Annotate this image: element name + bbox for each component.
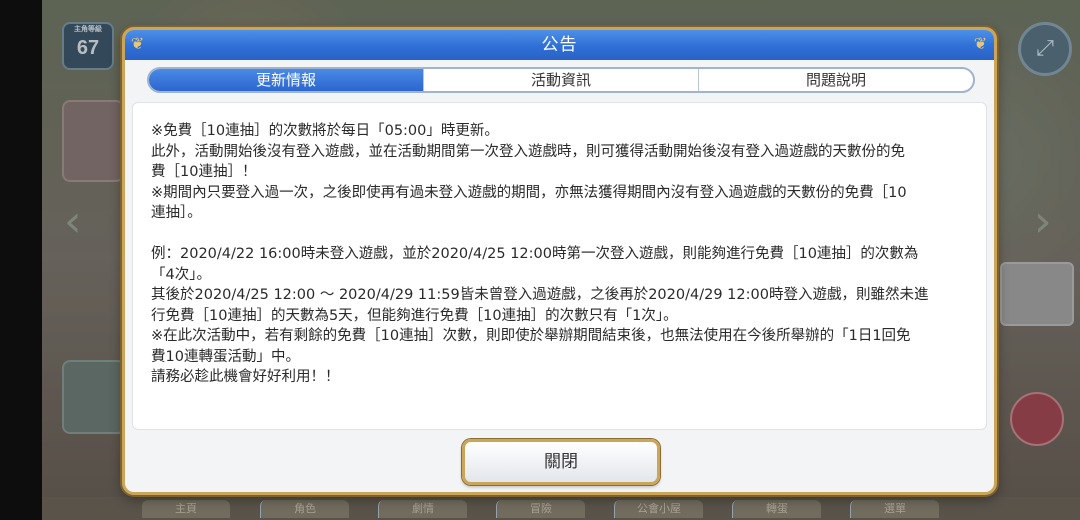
tab-help[interactable]: 問題說明 <box>698 69 973 91</box>
corner-ornament-icon: ❦ <box>130 34 146 53</box>
notice-line: ※期間內只要登入過一次，之後即使再有過未登入遊戲的期間，亦無法獲得期間內沒有登入… <box>151 184 907 201</box>
tab-event-info[interactable]: 活動資訊 <box>423 69 698 91</box>
notice-line: ※在此次活動中，若有剩餘的免費［10連抽］次數，則即使於舉辦期間結束後，也無法使… <box>151 328 911 344</box>
notice-line: 其後於2020/4/25 12:00 ～ 2020/4/29 11:59皆未曾登… <box>151 287 929 303</box>
notice-line: 費［10連抽］！ <box>151 164 257 180</box>
close-button[interactable]: 關閉 <box>462 439 660 485</box>
notice-line: 此外，活動開始後沒有登入遊戲，並在活動期間第一次登入遊戲時，則可獲得活動開始後沒… <box>151 143 905 160</box>
dialog-tabs: 更新情報 活動資訊 問題說明 <box>147 67 975 93</box>
notice-line: 連抽］。 <box>151 205 202 221</box>
notice-line: 「4次」。 <box>151 266 211 283</box>
notice-line: 行免費［10連抽］的天數為5天，但能夠進行免費［10連抽］的次數只有「1次」。 <box>151 307 678 324</box>
dialog-title: 公告 <box>541 35 578 55</box>
corner-ornament-icon: ❦ <box>973 34 989 53</box>
notice-line: 例：2020/4/22 16:00時未登入遊戲，並於2020/4/25 12:0… <box>151 246 919 262</box>
notice-content[interactable]: ※免費［10連抽］的次數將於每日「05:00」時更新。 此外，活動開始後沒有登入… <box>132 102 987 430</box>
notice-line: 費10連轉蛋活動」中。 <box>151 348 300 365</box>
announcement-dialog: ❦ 公告 ❦ 更新情報 活動資訊 問題說明 ※免費［10連抽］的次數將於每日「0… <box>122 27 997 495</box>
notice-line: ※免費［10連抽］的次數將於每日「05:00」時更新。 <box>151 123 499 139</box>
dialog-title-bar: ❦ 公告 ❦ <box>125 30 994 60</box>
tab-update-info[interactable]: 更新情報 <box>149 69 423 91</box>
notice-line: 請務必趁此機會好好利用！！ <box>151 369 340 385</box>
